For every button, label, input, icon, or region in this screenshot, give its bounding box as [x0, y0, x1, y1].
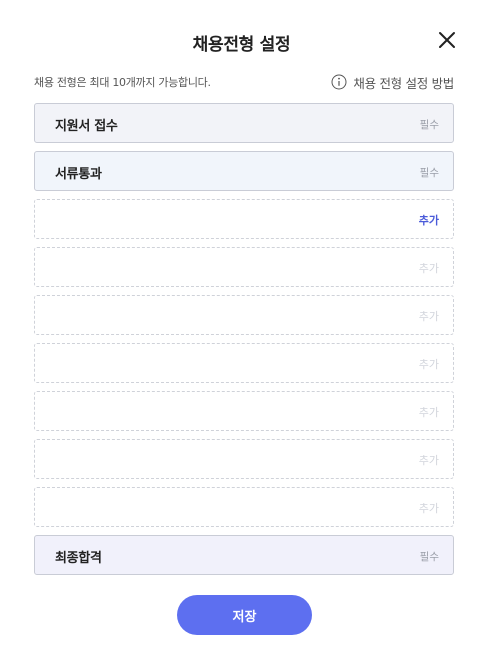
info-icon	[331, 74, 347, 90]
sub-header-row: 채용 전형은 최대 10개까지 가능합니다. 채용 전형 설정 방법	[34, 72, 454, 92]
add-stage-button[interactable]: 추가	[419, 356, 439, 372]
add-stage-button[interactable]: 추가	[419, 404, 439, 420]
stage-slot-empty: 추가	[34, 295, 454, 335]
stage-slot-empty: 추가	[34, 343, 454, 383]
stage-item-document-pass: 서류통과 필수	[34, 151, 454, 191]
stage-slot-empty: 추가	[34, 247, 454, 287]
stage-slot-empty: 추가	[34, 439, 454, 479]
recruitment-stage-modal: 채용전형 설정 채용 전형은 최대 10개까지 가능합니다. 채용 전형 설정 …	[0, 0, 483, 653]
required-badge: 필수	[419, 119, 439, 131]
required-badge: 필수	[419, 167, 439, 179]
close-icon	[439, 32, 455, 48]
stage-slot-empty: 추가	[34, 391, 454, 431]
stage-label: 최종합격	[55, 551, 102, 566]
stage-slot-empty: 추가	[34, 199, 454, 239]
add-stage-button[interactable]: 추가	[419, 452, 439, 468]
stage-list: 지원서 접수 필수 서류통과 필수 추가 추가 추가 추가 추가 추가 추가 최…	[34, 103, 454, 583]
stage-label: 지원서 접수	[55, 119, 118, 134]
stage-guide-label: 채용 전형 설정 방법	[353, 75, 454, 91]
stage-guide-link[interactable]: 채용 전형 설정 방법	[331, 72, 454, 92]
add-stage-button[interactable]: 추가	[419, 260, 439, 276]
stage-item-application: 지원서 접수 필수	[34, 103, 454, 143]
required-badge: 필수	[419, 551, 439, 563]
add-stage-button[interactable]: 추가	[419, 500, 439, 516]
stage-item-final-pass: 최종합격 필수	[34, 535, 454, 575]
close-button[interactable]	[437, 30, 457, 50]
helper-text: 채용 전형은 최대 10개까지 가능합니다.	[34, 76, 211, 89]
modal-title: 채용전형 설정	[192, 35, 291, 55]
add-stage-button[interactable]: 추가	[419, 212, 439, 228]
stage-slot-empty: 추가	[34, 487, 454, 527]
add-stage-button[interactable]: 추가	[419, 308, 439, 324]
stage-label: 서류통과	[55, 167, 102, 182]
modal-header: 채용전형 설정	[0, 28, 483, 58]
save-button[interactable]: 저장	[177, 595, 312, 635]
